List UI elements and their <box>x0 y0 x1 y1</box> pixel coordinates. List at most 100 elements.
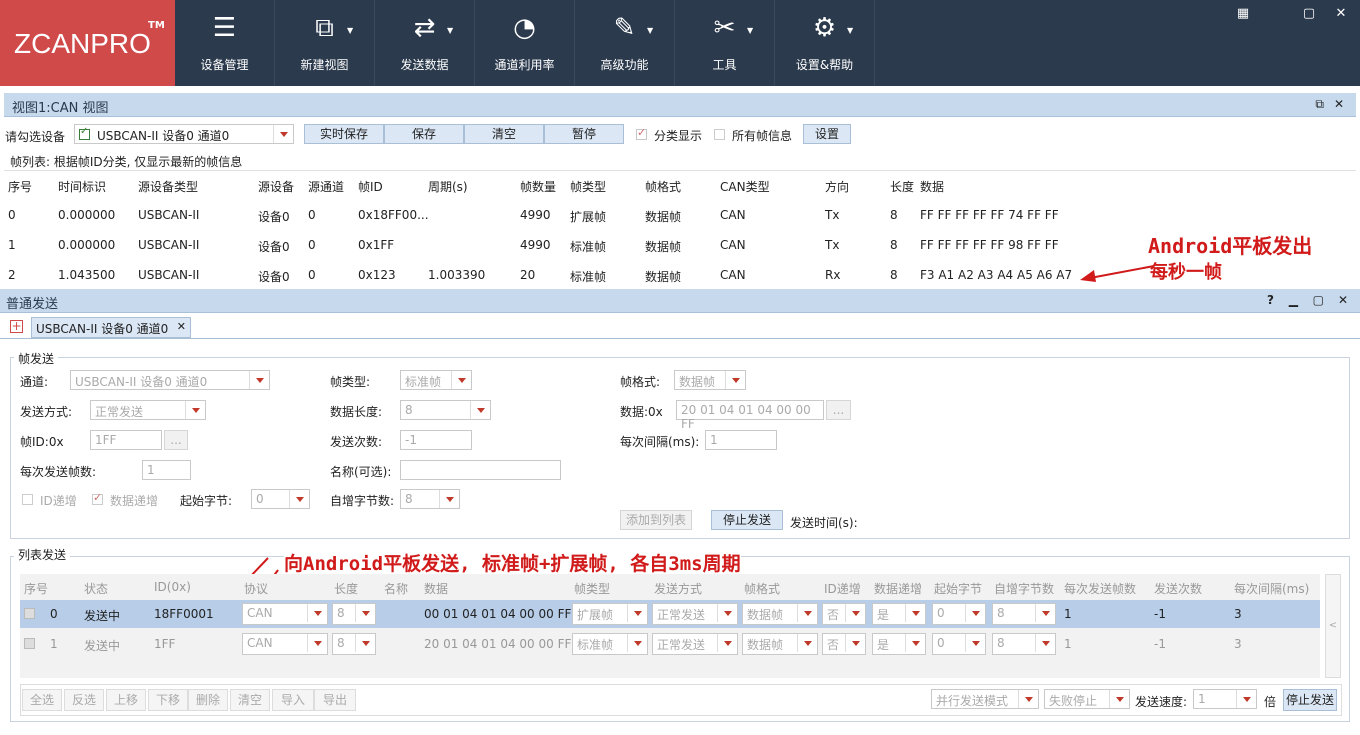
toolbar-button-3[interactable]: ◔ 通道利用率 <box>475 0 575 86</box>
list-button-2[interactable]: 上移 <box>106 689 146 711</box>
tab-channel[interactable]: USBCAN-II 设备0 通道0 ✕ <box>31 317 191 338</box>
collapse-handle[interactable]: < <box>1325 574 1341 678</box>
table-cell: 4990 <box>520 208 551 222</box>
list-stop-send-button[interactable]: 停止发送 <box>1283 689 1337 711</box>
frame-type-select[interactable]: 标准帧 <box>400 370 472 390</box>
list-button-5[interactable]: 清空 <box>230 689 270 711</box>
list-mode-select[interactable]: 正常发送 <box>652 633 738 655</box>
interval-input[interactable]: 1 <box>705 430 777 450</box>
list-proto-select[interactable]: CAN <box>242 603 328 625</box>
toolbar-label: 新建视图 <box>300 58 349 72</box>
view-col-header: 长度 <box>890 180 915 194</box>
start-byte-label: 起始字节: <box>180 494 233 508</box>
view-col-header: 时间标识 <box>58 180 107 194</box>
toolbar-label: 工具 <box>712 58 737 72</box>
speed-select[interactable]: 1 <box>1193 689 1257 709</box>
list-datainc-select[interactable]: 是 <box>872 633 926 655</box>
list-proto-select[interactable]: CAN <box>242 633 328 655</box>
frame-id-input[interactable]: 1FF <box>90 430 162 450</box>
toolbar-icon-0: ☰ <box>212 13 237 43</box>
view-button-1[interactable]: 保存 <box>384 124 464 144</box>
table-cell: 设备0 <box>258 270 290 284</box>
list-status: 发送中 <box>84 639 121 653</box>
table-cell: Tx <box>825 208 840 222</box>
list-len-select[interactable]: 8 <box>332 633 376 655</box>
view-col-header: 源设备 <box>258 180 295 194</box>
table-cell: 0 <box>308 268 316 282</box>
data-length-select[interactable]: 8 <box>400 400 491 420</box>
id-inc-checkbox[interactable] <box>22 494 33 505</box>
maximize-icon[interactable]: ▢ <box>1298 6 1320 21</box>
data-input[interactable]: 20 01 04 01 04 00 00 FF <box>676 400 824 431</box>
list-len-select[interactable]: 8 <box>332 603 376 625</box>
stop-send-button[interactable]: 停止发送 <box>711 510 783 530</box>
toolbar-button-1[interactable]: ⧉ ▼ 新建视图 <box>275 0 375 86</box>
list-fmt-select[interactable]: 数据帧 <box>742 603 818 625</box>
toolbar-button-4[interactable]: ✎ ▼ 高级功能 <box>575 0 675 86</box>
send-mode-select[interactable]: 正常发送 <box>90 400 206 420</box>
frame-id-label: 帧ID:0x <box>20 435 64 449</box>
list-start-select[interactable]: 0 <box>932 633 986 655</box>
list-col-header: 帧格式 <box>744 582 781 596</box>
list-idinc-select[interactable]: 否 <box>822 633 866 655</box>
table-cell: 1.003390 <box>428 268 486 282</box>
inc-bytes-select[interactable]: 8 <box>400 489 460 509</box>
annotation-3: 向Android平板发送, 标准帧+扩展帧, 各自3ms周期 <box>284 549 741 576</box>
restore-icon[interactable]: ⧉ <box>1315 97 1324 112</box>
view-col-header: 帧类型 <box>570 180 607 194</box>
toolbar-button-6[interactable]: ⚙ ▼ 设置&帮助 <box>775 0 875 86</box>
close-icon[interactable]: ✕ <box>1330 6 1352 21</box>
all-frames-checkbox[interactable] <box>714 129 725 140</box>
row-checkbox[interactable] <box>24 608 35 619</box>
toolbar-button-2[interactable]: ⇄ ▼ 发送数据 <box>375 0 475 86</box>
list-incb-select[interactable]: 8 <box>992 633 1056 655</box>
fail-stop-select[interactable]: 失败停止 <box>1044 689 1130 709</box>
list-mode-select[interactable]: 正常发送 <box>652 603 738 625</box>
list-button-3[interactable]: 下移 <box>148 689 188 711</box>
table-cell: 设备0 <box>258 210 290 224</box>
list-datainc-select[interactable]: 是 <box>872 603 926 625</box>
parallel-mode-select[interactable]: 并行发送模式 <box>931 689 1039 709</box>
frame-format-select[interactable]: 数据帧 <box>674 370 746 390</box>
view-close-icon[interactable]: ✕ <box>1334 97 1344 111</box>
send-count-input[interactable]: -1 <box>400 430 472 450</box>
toolbar-button-5[interactable]: ✂ ▼ 工具 <box>675 0 775 86</box>
channel-select[interactable]: USBCAN-II 设备0 通道0 <box>70 370 270 390</box>
list-fmt-select[interactable]: 数据帧 <box>742 633 818 655</box>
table-cell: 数据帧 <box>645 270 682 284</box>
view-button-0[interactable]: 实时保存 <box>304 124 384 144</box>
list-data: 20 01 04 01 04 00 00 FF <box>424 637 572 651</box>
layout-icon[interactable]: ▦ <box>1232 6 1254 21</box>
start-byte-select[interactable]: 0 <box>251 489 310 509</box>
add-tab-icon[interactable]: + <box>10 320 23 333</box>
id-more-button[interactable]: ... <box>164 430 188 450</box>
add-to-list-button[interactable]: 添加到列表 <box>620 510 692 530</box>
data-length-label: 数据长度: <box>330 405 383 419</box>
view-settings-button[interactable]: 设置 <box>803 124 851 144</box>
data-more-button[interactable]: ... <box>826 400 851 420</box>
table-cell: 4990 <box>520 238 551 252</box>
minimize-icon[interactable]: ▁ <box>1289 293 1298 307</box>
list-button-7[interactable]: 导出 <box>314 689 356 711</box>
send-time-label: 发送时间(s): <box>790 516 858 530</box>
list-incb-select[interactable]: 8 <box>992 603 1056 625</box>
list-ftype-select[interactable]: 扩展帧 <box>572 603 648 625</box>
list-button-0[interactable]: 全选 <box>22 689 62 711</box>
list-button-1[interactable]: 反选 <box>64 689 104 711</box>
send-close-icon[interactable]: ✕ <box>1338 293 1348 307</box>
send-max-icon[interactable]: ▢ <box>1313 293 1324 307</box>
list-col-header: 状态 <box>84 582 109 596</box>
toolbar-button-0[interactable]: ☰ 设备管理 <box>175 0 275 86</box>
view-button-2[interactable]: 清空 <box>464 124 544 144</box>
list-button-6[interactable]: 导入 <box>272 689 314 711</box>
view-button-3[interactable]: 暂停 <box>544 124 624 144</box>
list-idinc-select[interactable]: 否 <box>822 603 866 625</box>
list-ftype-select[interactable]: 标准帧 <box>572 633 648 655</box>
per-send-input[interactable]: 1 <box>142 460 191 480</box>
list-start-select[interactable]: 0 <box>932 603 986 625</box>
help-icon[interactable]: ? <box>1267 293 1274 307</box>
list-button-4[interactable]: 删除 <box>188 689 228 711</box>
row-checkbox[interactable] <box>24 638 35 649</box>
name-input[interactable] <box>400 460 561 480</box>
device-select[interactable]: ✓ USBCAN-II 设备0 通道0 <box>74 124 294 144</box>
